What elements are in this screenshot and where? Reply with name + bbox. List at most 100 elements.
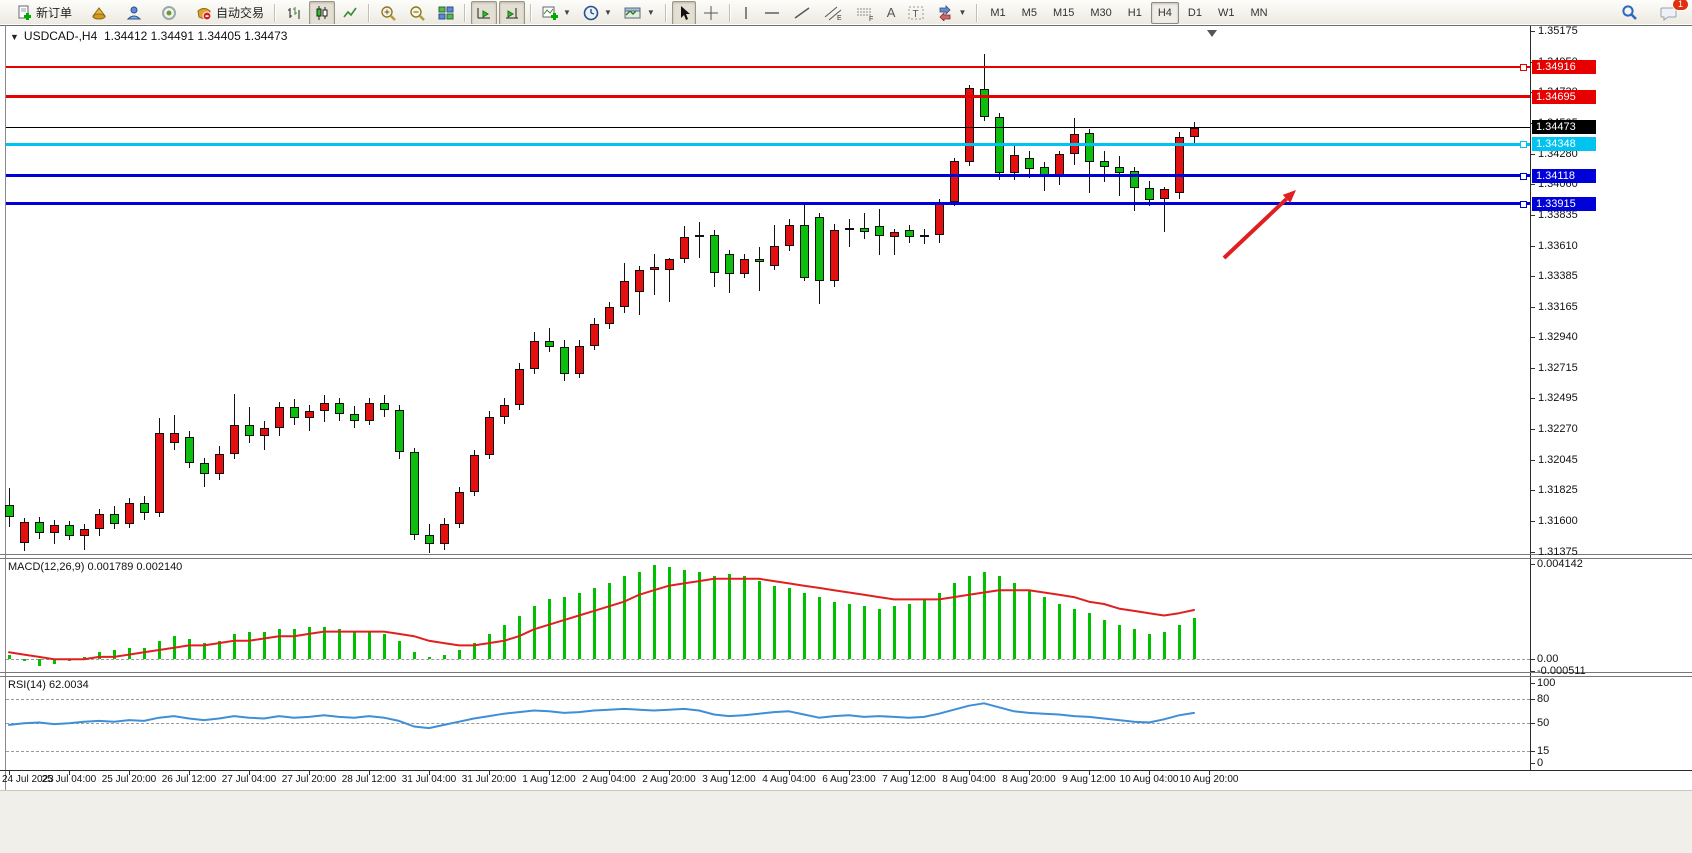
cursor-button[interactable] (672, 1, 696, 25)
price-tick-label: 1.32715 (1538, 362, 1608, 374)
templates-button[interactable]: ▼ (619, 1, 660, 25)
indicators-button[interactable]: ▼ (537, 1, 576, 25)
text-button[interactable]: A (882, 1, 901, 25)
price-tick-mark (1531, 368, 1535, 369)
price-tick-label: 1.33165 (1538, 301, 1608, 313)
rsi-axis-label: 50 (1537, 717, 1549, 729)
shapes-button[interactable]: ▼ (932, 1, 971, 25)
price-tick-label: 1.33385 (1538, 270, 1608, 282)
auto-scroll-icon (476, 5, 492, 21)
chart-ohlc-values: 1.34412 1.34491 1.34405 1.34473 (104, 29, 288, 43)
line-chart-button[interactable] (337, 1, 363, 25)
horizontal-line-button[interactable] (758, 1, 786, 25)
rsi-tick-mark (1531, 751, 1535, 752)
webinar-icon (161, 5, 177, 21)
vertical-line-button[interactable] (736, 1, 756, 25)
timeframe-button-d1[interactable]: D1 (1181, 2, 1209, 24)
price-badge: 1.34916 (1532, 60, 1596, 74)
webinar-button[interactable] (156, 1, 182, 25)
periods-icon (583, 5, 599, 21)
channel-button[interactable]: E (818, 1, 848, 25)
price-badge: 1.34118 (1532, 169, 1596, 183)
price-tick-label: 1.32495 (1538, 392, 1608, 404)
profile-button[interactable] (121, 1, 147, 25)
line-chart-icon (342, 5, 358, 21)
chart-symbol-period: USDCAD-,H4 (24, 29, 97, 43)
rsi-axis-label: 0 (1537, 757, 1543, 769)
autotrading-icon (196, 5, 212, 21)
search-button[interactable] (1616, 1, 1643, 25)
rsi-axis-label: 15 (1537, 745, 1549, 757)
rsi-tick-mark (1531, 763, 1535, 764)
chart-shift-button[interactable] (499, 1, 525, 25)
price-tick-mark (1531, 184, 1535, 185)
fibonacci-button[interactable]: F (850, 1, 880, 25)
timeframe-button-m30[interactable]: M30 (1083, 2, 1118, 24)
new-order-label: 新订单 (36, 4, 72, 21)
rsi-tick-mark (1531, 699, 1535, 700)
quotes-button[interactable] (86, 1, 112, 25)
notifications-button[interactable]: 1 (1655, 1, 1683, 25)
timeframe-button-w1[interactable]: W1 (1211, 2, 1242, 24)
new-order-button[interactable]: 新订单 (11, 1, 77, 25)
price-badge: 1.34348 (1532, 137, 1596, 151)
price-tick-mark (1531, 154, 1535, 155)
rsi-axis-label: 100 (1537, 677, 1555, 689)
timeframe-button-mn[interactable]: MN (1243, 2, 1274, 24)
autotrading-button[interactable]: 自动交易 (191, 1, 269, 25)
price-tick-mark (1531, 276, 1535, 277)
toolbar-separator (274, 4, 276, 22)
bar-chart-button[interactable] (281, 1, 307, 25)
text-label-button[interactable]: T (902, 1, 930, 25)
timeframe-button-m15[interactable]: M15 (1046, 2, 1081, 24)
price-tick-mark (1531, 307, 1535, 308)
toolbar-separator (729, 4, 731, 22)
chart-shift-marker[interactable] (1207, 30, 1217, 37)
price-tick-mark (1531, 552, 1535, 553)
crosshair-button[interactable] (698, 1, 724, 25)
timeframe-button-h4[interactable]: H4 (1151, 2, 1179, 24)
auto-scroll-button[interactable] (471, 1, 497, 25)
timeframe-button-m5[interactable]: M5 (1015, 2, 1044, 24)
chevron-down-icon: ▼ (647, 8, 655, 17)
tile-windows-button[interactable] (433, 1, 459, 25)
chevron-down-icon: ▼ (604, 8, 612, 17)
axis-layer: 1.351751.349501.347301.345051.342801.340… (0, 24, 1692, 853)
timeframe-group: M1M5M15M30H1H4D1W1MN (982, 0, 1275, 25)
new-order-icon (16, 5, 32, 21)
price-badge: 1.34473 (1532, 120, 1596, 134)
rsi-tick-mark (1531, 683, 1535, 684)
notification-count-badge: 1 (1672, 0, 1689, 11)
toolbar-separator (976, 4, 978, 22)
chevron-down-icon: ▼ (563, 8, 571, 17)
price-tick-label: 1.32045 (1538, 454, 1608, 466)
indicators-icon (542, 5, 558, 21)
bar-chart-icon (286, 5, 302, 21)
timeframe-button-h1[interactable]: H1 (1121, 2, 1149, 24)
rsi-tick-mark (1531, 723, 1535, 724)
price-tick-mark (1531, 490, 1535, 491)
crosshair-icon (703, 5, 719, 21)
price-tick-mark (1531, 246, 1535, 247)
price-tick-mark (1531, 398, 1535, 399)
text-icon: A (887, 5, 896, 20)
price-tick-mark (1531, 31, 1535, 32)
trendline-button[interactable] (788, 1, 816, 25)
macd-axis-label: 0.004142 (1537, 558, 1583, 570)
price-tick-label: 1.31375 (1538, 546, 1608, 558)
svg-text:T: T (913, 9, 919, 20)
chart-window: ▼USDCAD-,H4 1.34412 1.34491 1.34405 1.34… (0, 24, 1692, 853)
zoom-in-button[interactable] (375, 1, 402, 25)
timeframe-button-m1[interactable]: M1 (983, 2, 1012, 24)
time-label: 10 Aug 20:00 (1164, 774, 1254, 785)
macd-label: MACD(12,26,9) 0.001789 0.002140 (8, 561, 182, 573)
macd-tick-mark (1531, 659, 1535, 660)
zoom-out-button[interactable] (404, 1, 431, 25)
periods-button[interactable]: ▼ (578, 1, 617, 25)
zoom-in-icon (380, 5, 397, 21)
price-tick-mark (1531, 215, 1535, 216)
candlestick-chart-button[interactable] (309, 1, 335, 25)
zoom-out-icon (409, 5, 426, 21)
text-label-icon: T (907, 5, 925, 21)
quotes-icon (91, 5, 107, 21)
